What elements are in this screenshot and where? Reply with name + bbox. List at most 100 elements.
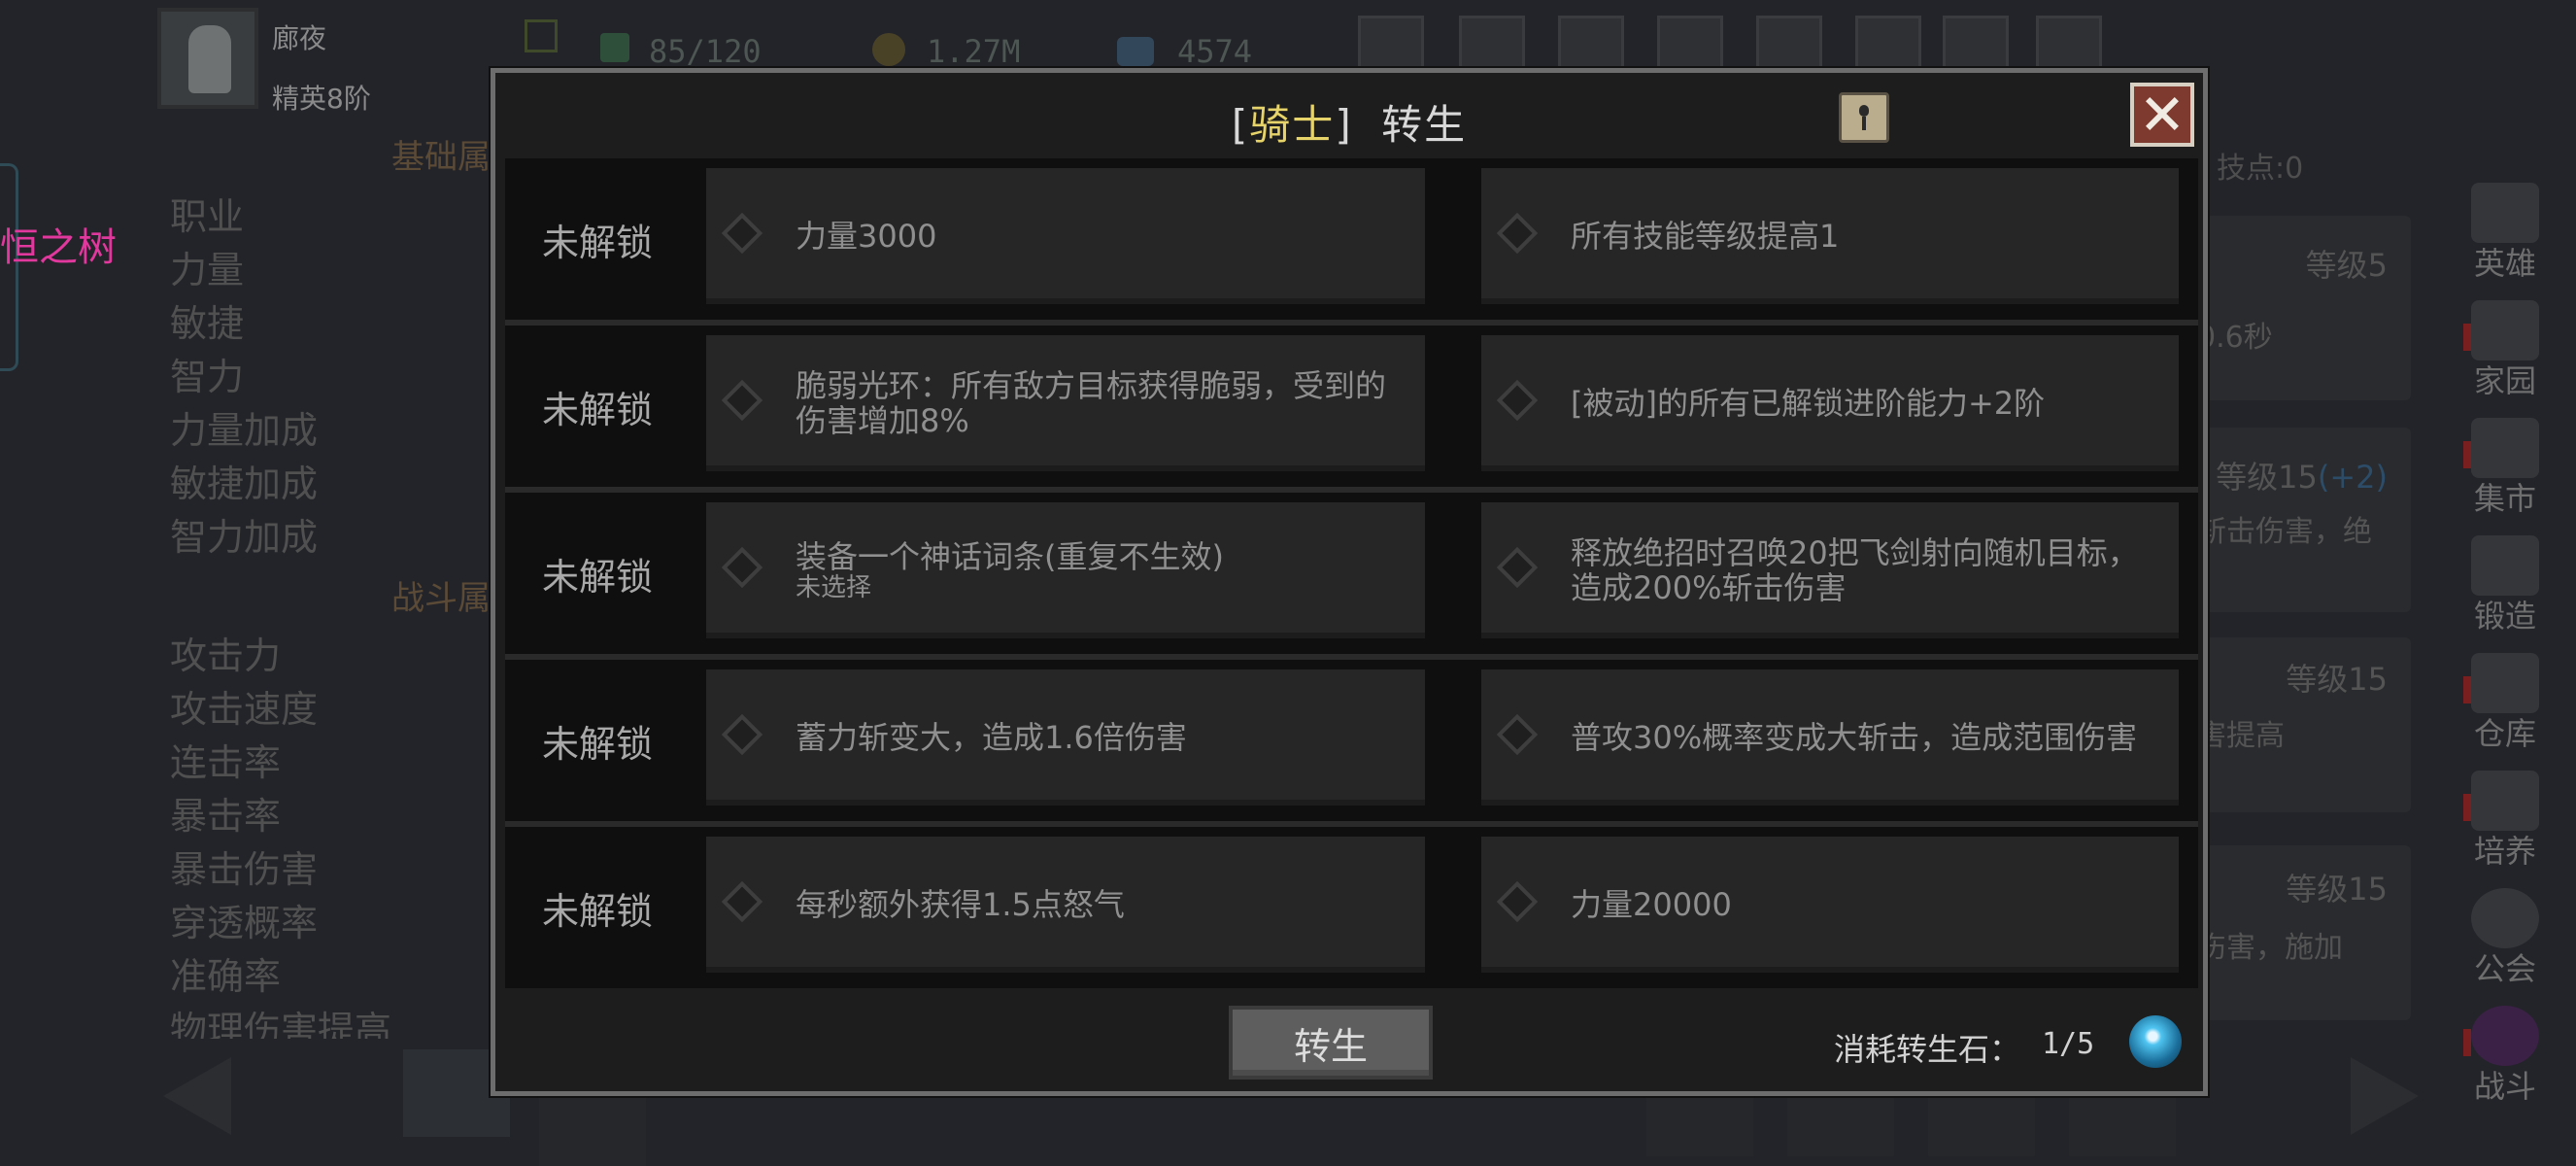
- skill-desc: 伤害，施加: [2197, 931, 2343, 965]
- nav-label: 集市: [2473, 480, 2536, 517]
- anvil-icon: [2471, 535, 2539, 596]
- rebirth-stone-icon: [2129, 1015, 2182, 1068]
- shop-cart-icon[interactable]: [1358, 16, 1424, 74]
- stat-label: 攻击速度: [170, 688, 319, 731]
- stat-label: 攻击力: [170, 634, 282, 677]
- diamond-select-icon: [1496, 212, 1539, 255]
- stat-label: 物理伤害提高: [170, 1009, 392, 1039]
- hero-thumb[interactable]: [1787, 1088, 1894, 1156]
- diamond-select-icon: [721, 546, 763, 589]
- row-status: 未解锁: [541, 722, 653, 766]
- nav-forge[interactable]: 锻造: [2452, 535, 2559, 653]
- perk-desc: 每秒额外获得1.5点怒气: [796, 886, 1125, 923]
- perk-option-left[interactable]: 蓄力斩变大，造成1.6倍伤害: [706, 669, 1425, 806]
- hero-thumb[interactable]: [2069, 1088, 2176, 1156]
- gift-icon[interactable]: [1756, 16, 1822, 74]
- row-status: 未解锁: [541, 889, 653, 933]
- rebirth-button[interactable]: 转生: [1229, 1006, 1433, 1080]
- nav-guild[interactable]: 公会: [2452, 888, 2559, 1006]
- cost-value: 1/5: [2042, 1027, 2095, 1061]
- section-combat-title: 战斗属: [391, 579, 491, 618]
- portal-icon: [2471, 1006, 2539, 1066]
- perk-selection-status: 未选择: [796, 573, 872, 602]
- train-icon: [2471, 771, 2539, 831]
- stat-label: 连击率: [170, 741, 282, 784]
- right-nav: 英雄 家园 集市 锻造 仓库 培养 公会 战斗: [2452, 183, 2560, 1123]
- home-icon: [2471, 300, 2539, 360]
- perk-text: 力量20000: [1571, 886, 1732, 923]
- section-basic-title: 基础属: [391, 138, 491, 177]
- prev-page-arrow-icon[interactable]: [163, 1057, 231, 1135]
- perk-option-right[interactable]: 普攻30%概率变成大斩击，造成范围伤害: [1481, 669, 2179, 806]
- hero-thumb[interactable]: [1646, 1088, 1753, 1156]
- gamepad-icon[interactable]: [1558, 16, 1624, 74]
- perk-option-left[interactable]: 每秒额外获得1.5点怒气: [706, 837, 1425, 973]
- title-bracket-close: ]: [1335, 101, 1353, 149]
- stat-list-combat: 攻击力 攻击速度 连击率 暴击率 暴击伤害 穿透概率 准确率 物理伤害提高: [170, 626, 391, 1039]
- perk-desc: 脆弱光环：所有敌方目标获得脆弱，受到的伤害增加8%: [796, 367, 1387, 439]
- perk-option-right[interactable]: 力量20000: [1481, 837, 2179, 973]
- close-button[interactable]: [2130, 83, 2194, 147]
- nav-label: 培养: [2473, 833, 2536, 870]
- perk-option-right[interactable]: 释放绝招时召唤20把飞剑射向随机目标，造成200%斩击伤害: [1481, 502, 2179, 638]
- row-status: 未解锁: [541, 555, 653, 599]
- row-status: 未解锁: [541, 221, 653, 264]
- skill-desc: 0.6秒: [2197, 321, 2273, 355]
- perk-option-left[interactable]: 脆弱光环：所有敌方目标获得脆弱，受到的伤害增加8%: [706, 335, 1425, 471]
- player-avatar[interactable]: [157, 8, 258, 109]
- skill-desc: 斩击伤害，绝: [2197, 515, 2372, 549]
- wheel-icon[interactable]: [1855, 16, 1921, 74]
- notification-dot: [2463, 1029, 2471, 1056]
- nav-battle[interactable]: 战斗: [2452, 1006, 2559, 1123]
- edit-name-icon[interactable]: [525, 19, 558, 52]
- stamina-value: 85/120: [649, 33, 762, 70]
- perk-option-right[interactable]: [被动]的所有已解锁进阶能力+2阶: [1481, 335, 2179, 471]
- stat-list-basic: 职业 力量 敏捷 智力 力量加成 敏捷加成 智力加成: [170, 187, 318, 561]
- hero-thumb[interactable]: [1928, 1088, 2035, 1156]
- sword-icon[interactable]: [1943, 16, 2009, 74]
- next-page-arrow-icon[interactable]: [2351, 1057, 2419, 1135]
- perk-option-left[interactable]: 力量3000: [706, 168, 1425, 304]
- diamond-select-icon: [721, 880, 763, 923]
- perk-option-right[interactable]: 所有技能等级提高1: [1481, 168, 2179, 304]
- perk-text: 普攻30%概率变成大斩击，造成范围伤害: [1571, 719, 2138, 756]
- settings-gear-icon[interactable]: [1657, 16, 1723, 74]
- crossed-swords-icon[interactable]: [2036, 16, 2102, 74]
- rebirth-dialog: [骑士] 转生 未解锁 力量3000 所有技能等级提高1 未解锁 脆弱光环：所有…: [491, 68, 2208, 1096]
- nav-home[interactable]: 家园: [2452, 300, 2559, 418]
- perk-text: 蓄力斩变大，造成1.6倍伤害: [796, 720, 1411, 755]
- eternal-tree-label[interactable]: 恒之树: [0, 216, 117, 272]
- diamond-select-icon: [1496, 713, 1539, 756]
- guild-icon: [2471, 888, 2539, 948]
- skill-level: 等级5: [2305, 247, 2388, 284]
- stat-label: 智力: [170, 356, 245, 398]
- rebirth-row: 未解锁 每秒额外获得1.5点怒气 力量20000: [505, 827, 2198, 988]
- diamond-select-icon: [721, 713, 763, 756]
- perk-option-left[interactable]: 装备一个神话词条(重复不生效) 未选择: [706, 502, 1425, 638]
- info-help-icon[interactable]: [1839, 92, 1889, 143]
- perk-desc: 力量3000: [796, 218, 937, 255]
- hero-icon: [2471, 183, 2539, 243]
- skill-level: 等级15: [2286, 871, 2388, 908]
- nav-hero[interactable]: 英雄: [2452, 183, 2559, 300]
- gold-value: 1.27M: [927, 33, 1021, 70]
- rebirth-row: 未解锁 装备一个神话词条(重复不生效) 未选择 释放绝招时召唤20把飞剑射向随机…: [505, 493, 2198, 654]
- rebirth-row: 未解锁 脆弱光环：所有敌方目标获得脆弱，受到的伤害增加8% [被动]的所有已解锁…: [505, 326, 2198, 487]
- perk-text: 装备一个神话词条(重复不生效) 未选择: [796, 539, 1411, 601]
- skill-card[interactable]: 等级15(+2) 斩击伤害，绝: [2197, 428, 2411, 612]
- nav-warehouse[interactable]: 仓库: [2452, 653, 2559, 771]
- skill-card[interactable]: 等级15 害提高: [2197, 637, 2411, 812]
- nav-market[interactable]: 集市: [2452, 418, 2559, 535]
- mail-icon[interactable]: [1459, 16, 1525, 74]
- notification-dot: [2463, 324, 2471, 351]
- title-class-name: 骑士: [1249, 101, 1336, 149]
- diamond-select-icon: [721, 212, 763, 255]
- skill-level: 等级15(+2): [2216, 453, 2388, 497]
- stat-label: 力量: [170, 249, 245, 292]
- nav-train[interactable]: 培养: [2452, 771, 2559, 888]
- perk-text: 释放绝招时召唤20把飞剑射向随机目标，造成200%斩击伤害: [1571, 534, 2139, 606]
- skill-card[interactable]: 等级15 伤害，施加: [2197, 845, 2411, 1020]
- nav-label: 公会: [2473, 950, 2536, 987]
- skill-card[interactable]: 等级5 0.6秒: [2197, 216, 2411, 400]
- diamond-select-icon: [1496, 880, 1539, 923]
